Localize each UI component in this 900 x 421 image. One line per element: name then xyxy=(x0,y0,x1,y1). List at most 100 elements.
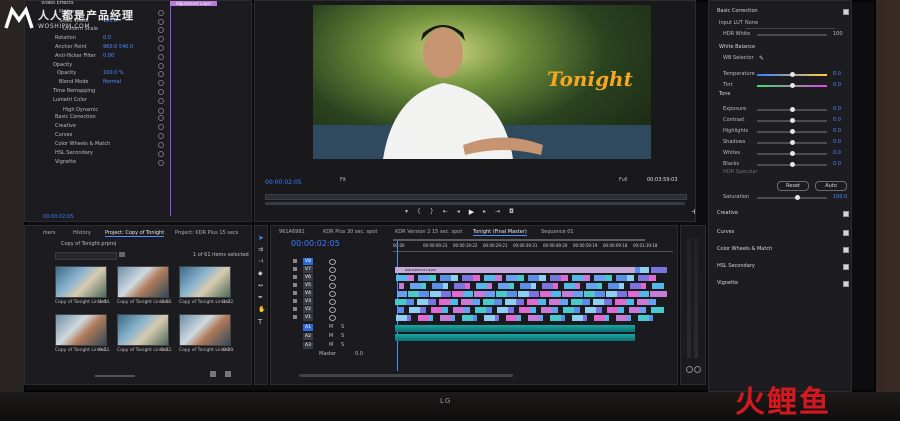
effect-row-value[interactable]: 100.0 % xyxy=(103,69,124,78)
video-clip[interactable] xyxy=(605,275,612,281)
saturation-slider[interactable] xyxy=(757,195,827,200)
video-track-header[interactable]: V2 xyxy=(303,306,313,313)
ripple-edit-tool-icon[interactable]: ⊣ xyxy=(258,258,263,265)
tab-sequence-961a6981[interactable]: 961A6981 xyxy=(279,229,305,235)
video-clip[interactable] xyxy=(440,315,451,321)
reset-param-icon[interactable] xyxy=(158,19,164,25)
delete-icon[interactable] xyxy=(225,371,231,377)
video-clip[interactable] xyxy=(421,283,426,289)
track-eye-icon[interactable] xyxy=(329,283,336,289)
slider-knob[interactable] xyxy=(790,140,795,145)
slip-tool-icon[interactable]: ↔ xyxy=(258,282,263,289)
track-lock-icon[interactable] xyxy=(293,283,297,287)
video-clip[interactable] xyxy=(539,275,546,281)
mute-icon[interactable]: M xyxy=(329,323,333,332)
video-clip[interactable] xyxy=(429,315,433,321)
video-clip[interactable] xyxy=(419,291,429,297)
video-clip[interactable] xyxy=(509,283,514,289)
project-thumbnail[interactable] xyxy=(55,314,107,346)
track-lock-icon[interactable] xyxy=(293,307,297,311)
video-clip[interactable] xyxy=(617,291,627,297)
lumetri-section-header[interactable]: Creative xyxy=(717,209,738,218)
video-clip[interactable] xyxy=(574,307,580,313)
basic-correction-header[interactable]: Basic Correction xyxy=(717,7,758,16)
hdr-white-slider[interactable] xyxy=(757,34,827,36)
reset-param-icon[interactable] xyxy=(158,71,164,77)
lumetri-slider[interactable] xyxy=(757,151,827,156)
video-clip[interactable] xyxy=(472,299,480,305)
video-clip[interactable] xyxy=(428,299,436,305)
video-clip[interactable] xyxy=(450,299,458,305)
video-clip[interactable] xyxy=(516,299,524,305)
track-lock-icon[interactable] xyxy=(293,275,297,279)
lumetri-slider-value[interactable]: 0.0 xyxy=(833,160,841,169)
go-to-in-icon[interactable]: ⇤ xyxy=(443,208,448,216)
video-clip[interactable] xyxy=(640,307,646,313)
video-clip[interactable] xyxy=(560,299,568,305)
mute-icon[interactable]: M xyxy=(329,341,333,350)
audio-clip[interactable] xyxy=(395,325,635,332)
tone-header[interactable]: Tone xyxy=(719,90,731,99)
tab-sequence-tonight[interactable]: Tonight (Final Master) xyxy=(473,229,527,236)
lumetri-section-header[interactable]: HSL Secondary xyxy=(717,262,755,271)
reset-param-icon[interactable] xyxy=(158,98,164,104)
reset-button[interactable]: Reset xyxy=(777,181,809,191)
video-clip[interactable] xyxy=(594,315,605,321)
video-track-header[interactable]: V8 xyxy=(303,258,313,265)
tab-history[interactable]: History xyxy=(73,230,91,236)
video-clip[interactable] xyxy=(517,315,521,321)
audio-track-header[interactable]: A2 xyxy=(303,333,313,340)
lumetri-slider[interactable] xyxy=(757,118,827,123)
pen-tool-icon[interactable]: ✒ xyxy=(258,294,263,301)
track-lock-icon[interactable] xyxy=(293,299,297,303)
reset-param-icon[interactable] xyxy=(158,63,164,69)
video-clip[interactable] xyxy=(396,315,407,321)
track-eye-icon[interactable] xyxy=(329,275,336,281)
reset-param-icon[interactable] xyxy=(158,160,164,166)
audio-track-header[interactable]: A1 xyxy=(303,324,313,331)
reset-param-icon[interactable] xyxy=(158,115,164,121)
input-lut-select[interactable]: None xyxy=(745,19,835,29)
lumetri-slider-value[interactable]: 0.0 xyxy=(833,127,841,136)
track-eye-icon[interactable] xyxy=(329,291,336,297)
video-clip[interactable] xyxy=(626,299,634,305)
eyedropper-icon[interactable]: ✎ xyxy=(759,55,764,62)
tab-sequence-kdr15[interactable]: KDR Version 2 15 sec. spot xyxy=(395,229,462,235)
lumetri-slider[interactable] xyxy=(757,162,827,167)
adjustment-layer-clip[interactable]: Adjustment Layer xyxy=(395,267,635,273)
solo-icon[interactable]: S xyxy=(341,332,344,341)
video-clip[interactable] xyxy=(530,307,536,313)
video-clip[interactable] xyxy=(561,275,568,281)
video-clip[interactable] xyxy=(538,299,546,305)
hand-tool-icon[interactable]: ✋ xyxy=(258,306,265,313)
video-clip[interactable] xyxy=(605,315,609,321)
track-eye-icon[interactable] xyxy=(329,307,336,313)
lumetri-section-header[interactable]: Curves xyxy=(717,228,734,237)
auto-button[interactable]: Auto xyxy=(815,181,847,191)
audio-clip[interactable] xyxy=(395,334,635,341)
video-track-header[interactable]: V6 xyxy=(303,274,313,281)
step-back-icon[interactable]: ◂ xyxy=(457,208,460,216)
video-clip[interactable] xyxy=(399,283,404,289)
video-clip[interactable] xyxy=(429,275,436,281)
tab-sequence-01[interactable]: Sequence 01 xyxy=(541,229,574,235)
video-clip[interactable] xyxy=(651,267,667,273)
video-clip[interactable] xyxy=(573,291,583,297)
white-balance-header[interactable]: White Balance xyxy=(719,43,755,52)
video-clip[interactable] xyxy=(550,315,561,321)
effect-row-label[interactable]: Color Wheels & Match xyxy=(55,140,110,149)
track-lock-icon[interactable] xyxy=(293,259,297,263)
effect-row-value[interactable]: 0.00 xyxy=(103,52,114,61)
video-clip[interactable] xyxy=(627,275,634,281)
video-clip[interactable] xyxy=(529,291,539,297)
video-clip[interactable] xyxy=(442,307,448,313)
slider-knob[interactable] xyxy=(790,107,795,112)
lumetri-slider[interactable] xyxy=(757,140,827,145)
quality-select[interactable]: Full xyxy=(619,176,628,185)
video-clip[interactable] xyxy=(552,307,558,313)
effect-row-value[interactable]: 960.0 540.0 xyxy=(103,43,133,52)
video-clip[interactable] xyxy=(561,315,565,321)
step-forward-icon[interactable]: ▸ xyxy=(483,208,486,216)
video-clip[interactable] xyxy=(583,315,587,321)
video-clip[interactable] xyxy=(487,283,492,289)
